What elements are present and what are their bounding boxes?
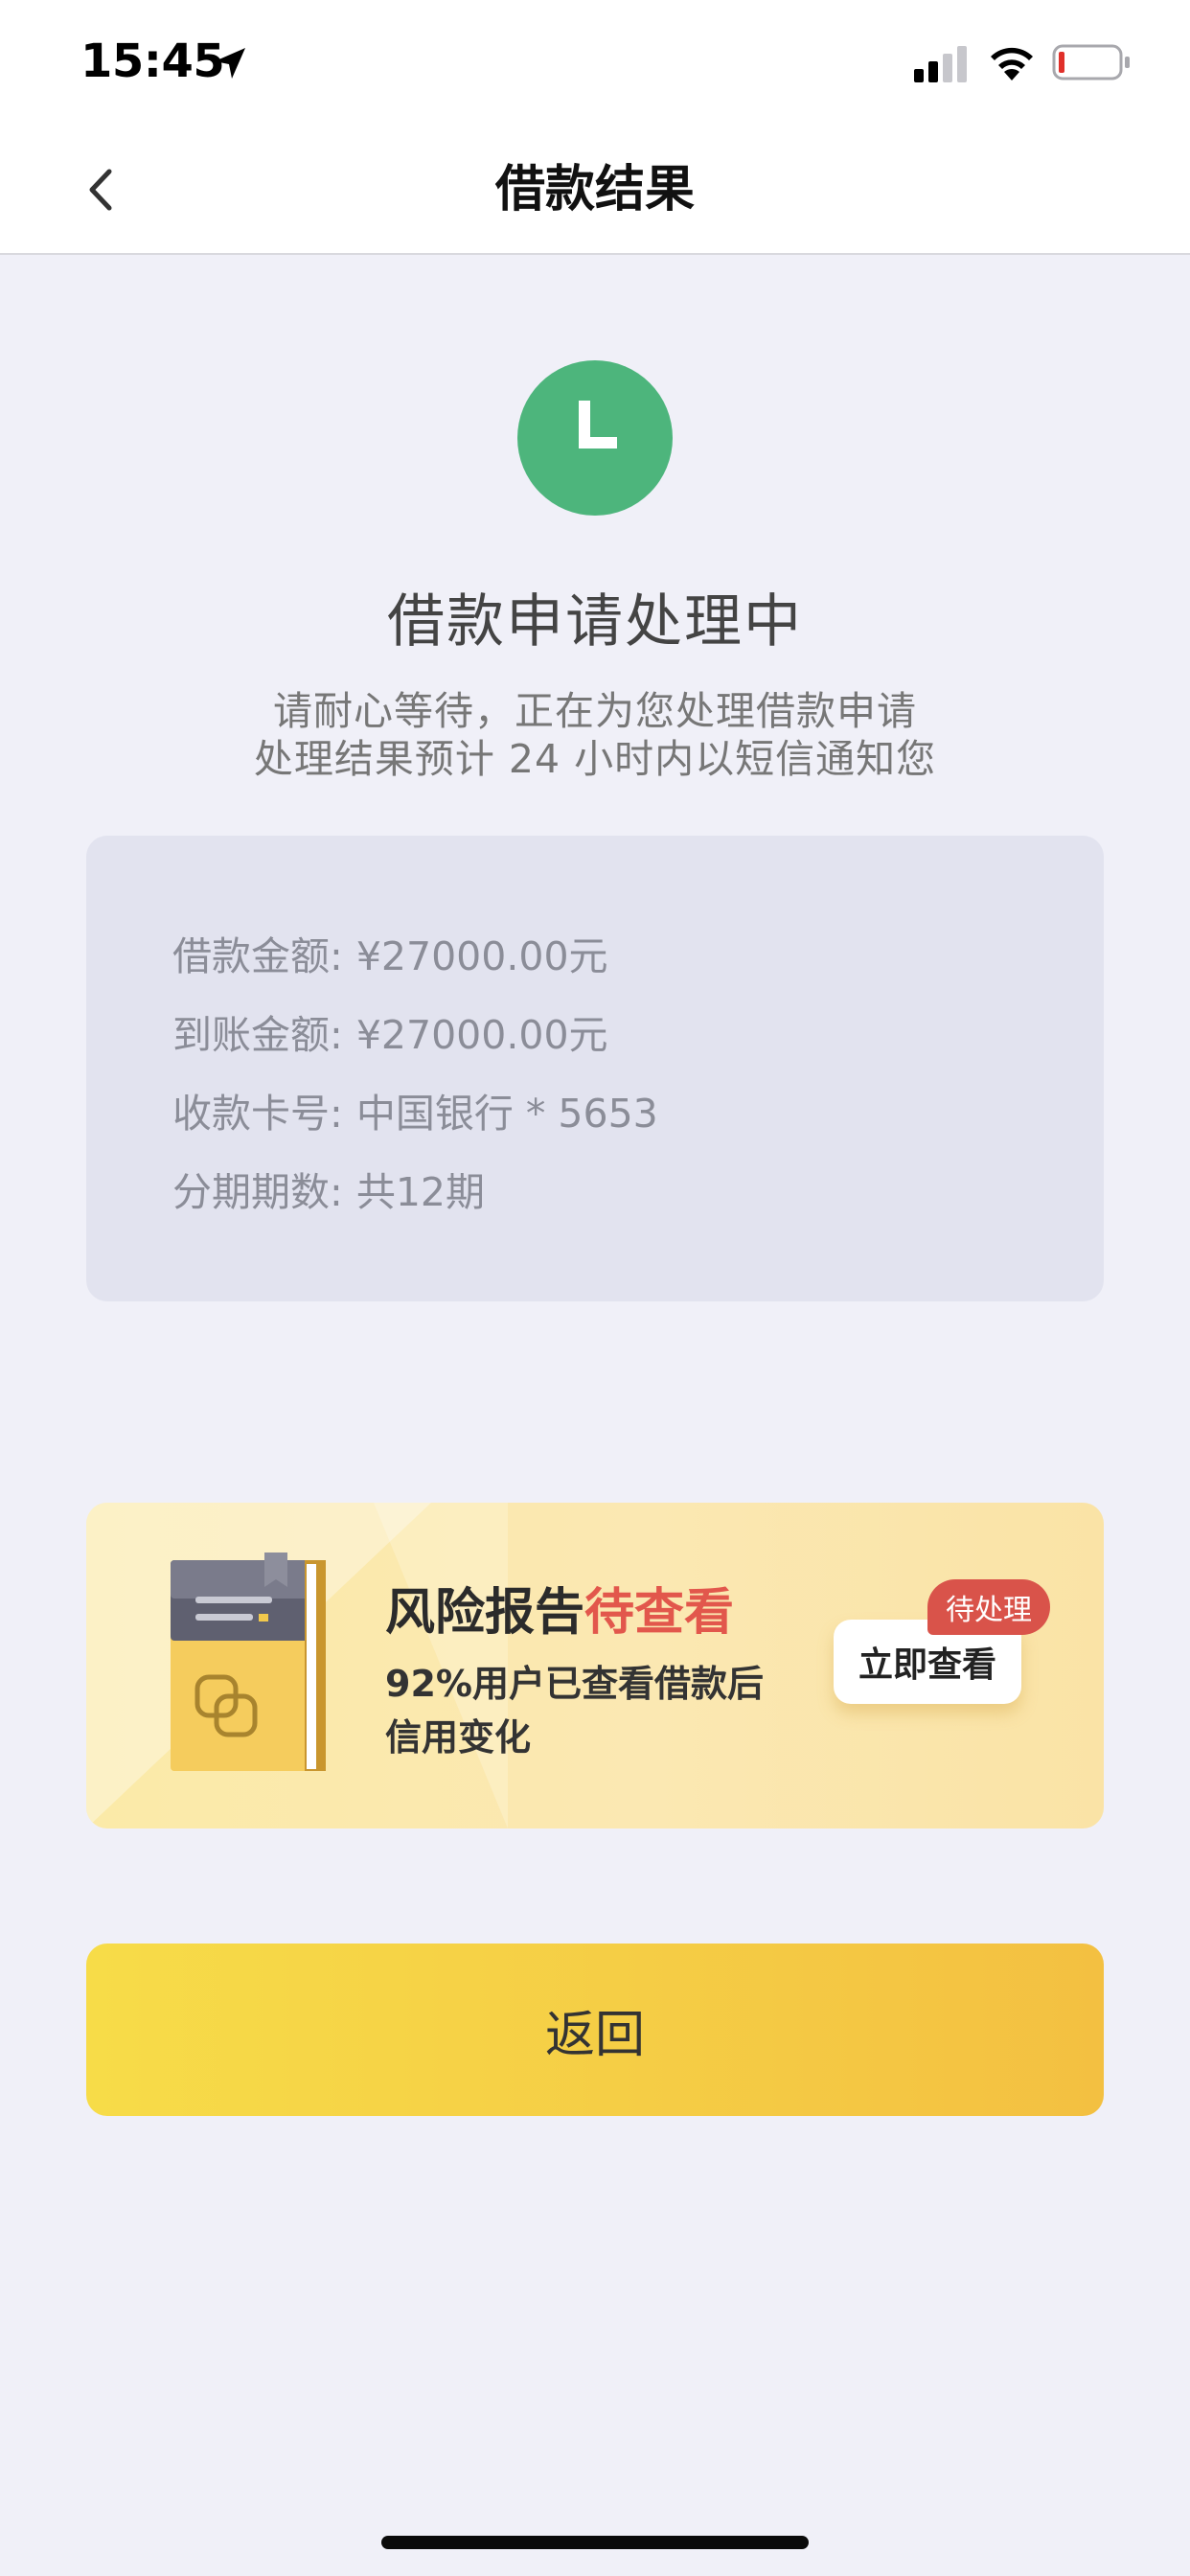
chevron-left-icon <box>89 169 112 211</box>
status-heading: 借款申请处理中 <box>387 588 803 656</box>
loan-details-card <box>86 836 1104 1301</box>
wifi-icon <box>991 47 1033 80</box>
detail-row-received-amount: 到账金额: ¥27000.00元 <box>172 1002 608 1060</box>
detail-value: ¥27000.00元 <box>355 933 608 979</box>
clock-icon <box>579 401 617 448</box>
report-book-icon <box>171 1552 326 1771</box>
location-arrow-icon <box>215 48 245 79</box>
detail-label: 到账金额: <box>172 1012 343 1058</box>
home-indicator <box>381 2536 809 2549</box>
detail-label: 分期期数: <box>172 1169 343 1215</box>
detail-label: 收款卡号: <box>172 1091 343 1137</box>
status-description-line: 处理结果预计 24 小时内以短信通知您 <box>253 736 937 782</box>
detail-row-loan-amount: 借款金额: ¥27000.00元 <box>172 924 608 981</box>
detail-value: 中国银行 * 5653 <box>355 1091 658 1137</box>
risk-report-subtitle: 92%用户已查看借款后 <box>385 1663 764 1705</box>
cellular-signal-icon <box>914 46 967 82</box>
battery-low-icon <box>1052 44 1130 80</box>
detail-row-installments: 分期期数: 共12期 <box>172 1160 485 1217</box>
detail-value: ¥27000.00元 <box>355 1012 608 1058</box>
pending-badge: 待处理 <box>927 1579 1050 1635</box>
page-title: 借款结果 <box>494 161 695 218</box>
processing-status-icon <box>517 360 673 516</box>
status-time: 15:45 <box>80 34 225 88</box>
detail-value: 共12期 <box>355 1169 485 1215</box>
risk-title-highlight: 待查看 <box>584 1584 735 1642</box>
return-button[interactable]: 返回 <box>86 1944 1104 2116</box>
risk-title-prefix: 风险报告 <box>385 1584 585 1642</box>
detail-label: 借款金额: <box>172 933 343 979</box>
detail-row-card-number: 收款卡号: 中国银行 * 5653 <box>172 1081 658 1138</box>
back-button[interactable] <box>67 153 134 226</box>
risk-report-title: 风险报告待查看 <box>385 1572 734 1644</box>
risk-report-subtitle: 信用变化 <box>385 1716 532 1759</box>
